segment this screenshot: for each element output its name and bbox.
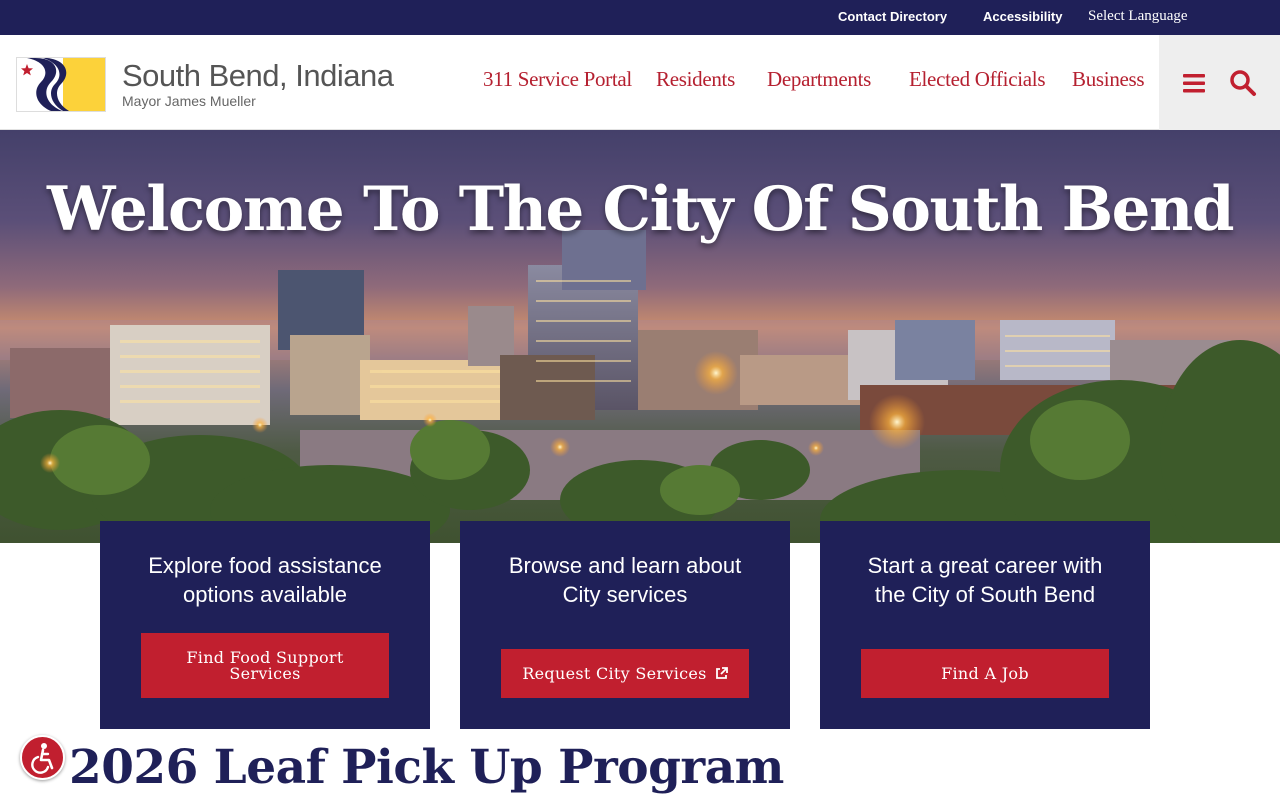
request-city-services-button[interactable]: Request City Services [501, 649, 749, 698]
accessibility-link[interactable]: Accessibility [983, 0, 1063, 35]
utility-bar: Contact Directory Accessibility Select L… [0, 0, 1280, 35]
search-icon[interactable] [1225, 65, 1261, 101]
find-a-job-button[interactable]: Find A Job [861, 649, 1109, 698]
nav-residents[interactable]: Residents [656, 67, 735, 92]
city-services-card: Browse and learn about City services Req… [460, 521, 790, 729]
header-tools [1159, 35, 1280, 130]
nav-elected-officials[interactable]: Elected Officials [909, 67, 1046, 92]
hero-banner: Welcome To The City Of South Bend [0, 130, 1280, 543]
mayor-subtitle: Mayor James Mueller [122, 93, 256, 109]
food-assistance-card: Explore food assistance options availabl… [100, 521, 430, 729]
wheelchair-icon [31, 743, 54, 774]
card-description: Start a great career with the City of So… [867, 553, 1103, 607]
contact-directory-link[interactable]: Contact Directory [838, 0, 947, 35]
find-food-support-button[interactable]: Find Food Support Services [141, 633, 389, 698]
nav-business[interactable]: Business [1072, 67, 1145, 92]
card-description: Explore food assistance options availabl… [148, 553, 382, 607]
accessibility-widget-button[interactable] [20, 735, 65, 780]
external-link-icon [715, 667, 728, 680]
careers-card: Start a great career with the City of So… [820, 521, 1150, 729]
site-title[interactable]: South Bend, Indiana [122, 58, 394, 94]
news-headline[interactable]: 2026 Leaf Pick Up Program [69, 740, 784, 795]
nav-departments[interactable]: Departments [767, 67, 871, 92]
site-header: South Bend, Indiana Mayor James Mueller … [0, 35, 1280, 130]
hero-title: Welcome To The City Of South Bend [47, 174, 1234, 245]
card-description: Browse and learn about City services [508, 553, 742, 607]
hamburger-menu-icon[interactable] [1176, 65, 1212, 101]
nav-311-service-portal[interactable]: 311 Service Portal [483, 67, 632, 92]
select-language-dropdown[interactable]: Select Language [1088, 0, 1188, 35]
city-logo[interactable] [16, 57, 106, 112]
